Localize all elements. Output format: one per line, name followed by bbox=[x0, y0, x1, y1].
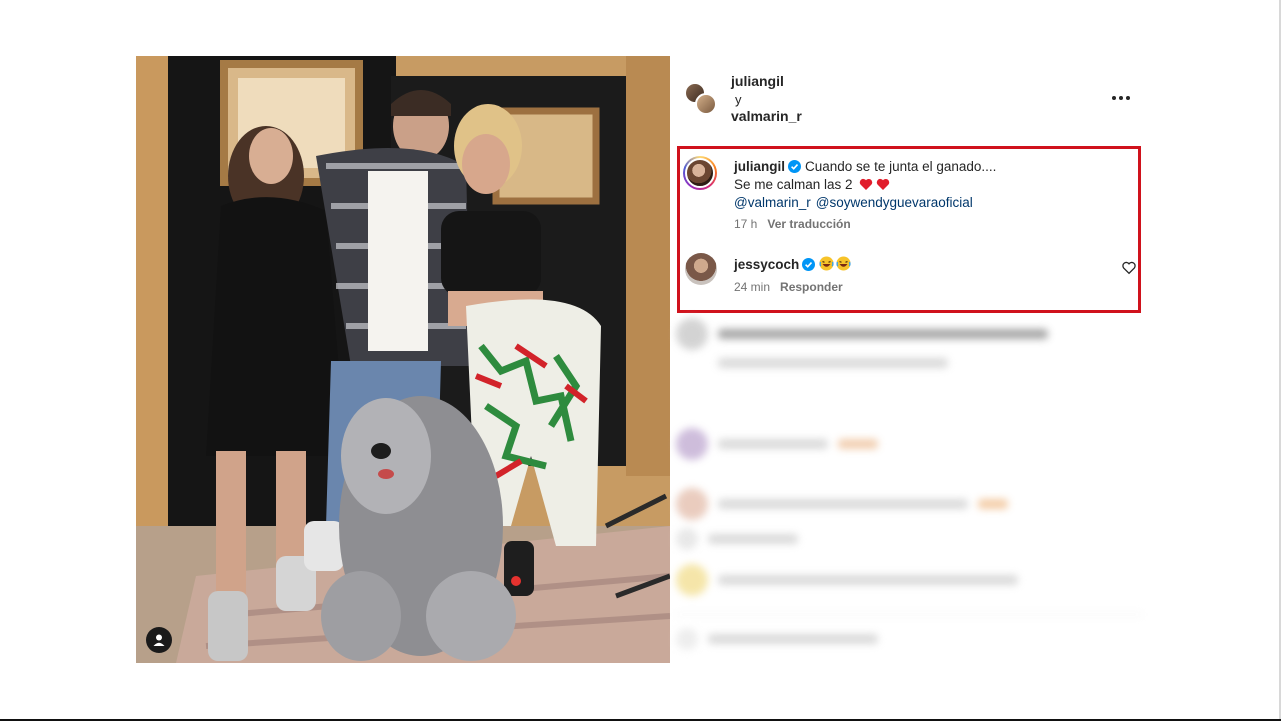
collab-avatars[interactable] bbox=[684, 82, 720, 118]
owner-conjunction: y bbox=[735, 92, 742, 107]
user-tag-icon bbox=[153, 634, 165, 646]
avatar-valmarin[interactable] bbox=[695, 93, 717, 115]
highlight-annotation-box bbox=[677, 146, 1141, 313]
photo-illustration bbox=[136, 56, 670, 663]
blurred-comments bbox=[676, 316, 1142, 662]
more-icon bbox=[1119, 96, 1123, 100]
more-icon bbox=[1126, 96, 1130, 100]
more-icon bbox=[1112, 96, 1116, 100]
user-tag-button[interactable] bbox=[146, 627, 172, 653]
owner-username-1[interactable]: juliangil bbox=[731, 73, 784, 89]
owner-username-2[interactable]: valmarin_r bbox=[731, 108, 802, 124]
post-image[interactable] bbox=[136, 56, 670, 663]
more-options-button[interactable] bbox=[1110, 88, 1132, 108]
